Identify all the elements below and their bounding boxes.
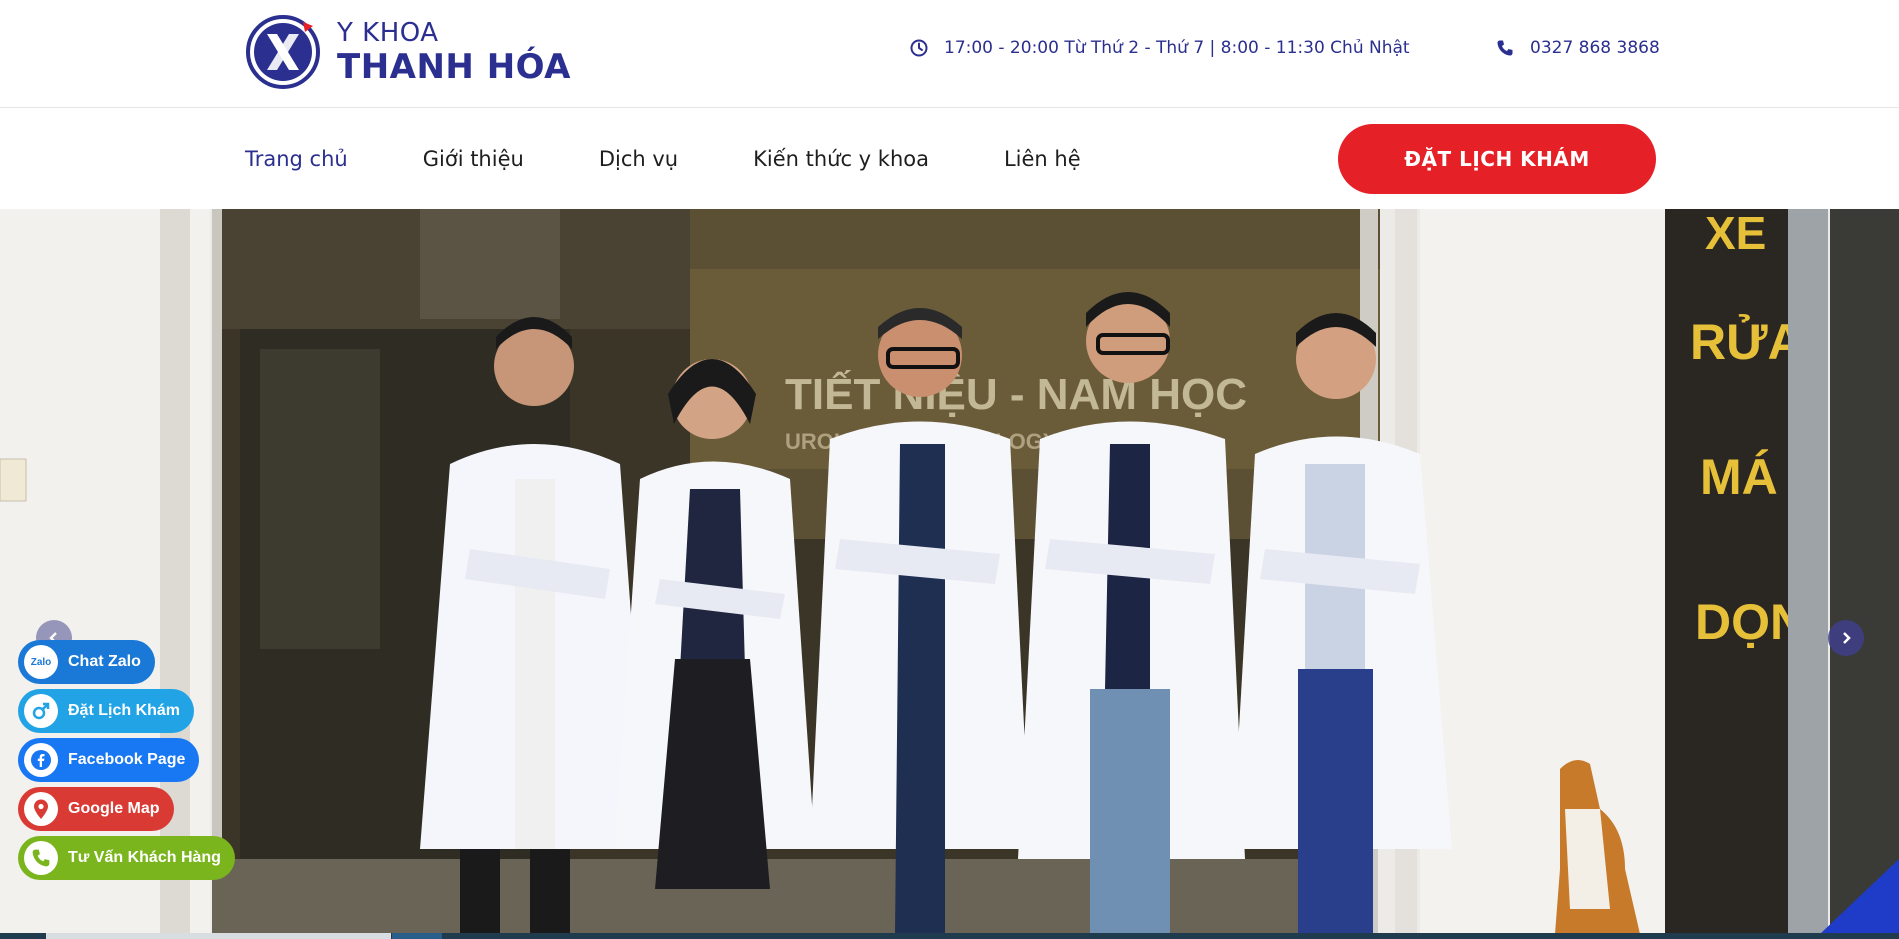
brand-line-1: Y KHOA <box>337 18 439 48</box>
phone-contact[interactable]: 0327 868 3868 <box>1496 38 1660 58</box>
google-map-button[interactable]: Google Map <box>18 787 174 831</box>
male-icon <box>24 694 58 728</box>
x-logo-icon <box>246 15 320 89</box>
hero-photo: XE RỬA MÁ DỌN TIẾT NIỆU - NAM HỌC UROLOG… <box>0 209 1899 934</box>
svg-text:XE: XE <box>1705 209 1766 259</box>
svg-text:TIẾT NIỆU - NAM HỌC: TIẾT NIỆU - NAM HỌC <box>785 369 1247 419</box>
nav-item-home[interactable]: Trang chủ <box>245 147 348 171</box>
google-map-label: Google Map <box>68 800 160 817</box>
hero-slider: XE RỬA MÁ DỌN TIẾT NIỆU - NAM HỌC UROLOG… <box>0 209 1899 934</box>
opening-hours: 17:00 - 20:00 Từ Thứ 2 - Thứ 7 | 8:00 - … <box>910 38 1410 58</box>
book-appointment-button[interactable]: ĐẶT LỊCH KHÁM <box>1338 124 1656 194</box>
chevron-right-icon <box>1843 632 1851 644</box>
top-bar: Y KHOA THANH HÓA 17:00 - 20:00 Từ Thứ 2 … <box>0 0 1899 108</box>
slider-progress-bar <box>0 933 1899 939</box>
facebook-page-button[interactable]: Facebook Page <box>18 738 200 782</box>
svg-text:MÁ: MÁ <box>1700 449 1778 505</box>
site-logo[interactable]: Y KHOA THANH HÓA <box>245 14 571 90</box>
phone-call-icon <box>24 841 58 875</box>
customer-advice-button[interactable]: Tư Vấn Khách Hàng <box>18 836 235 880</box>
slider-next-button[interactable] <box>1828 620 1864 656</box>
chat-zalo-button[interactable]: Zalo Chat Zalo <box>18 640 155 684</box>
facebook-page-label: Facebook Page <box>68 751 186 768</box>
phone-number: 0327 868 3868 <box>1530 38 1660 58</box>
chat-zalo-label: Chat Zalo <box>68 653 141 670</box>
floating-contact-bar: Zalo Chat Zalo Đặt Lịch Khám Facebook Pa… <box>18 640 235 885</box>
clock-icon <box>910 39 928 57</box>
facebook-icon <box>24 743 58 777</box>
svg-text:RỬA: RỬA <box>1690 313 1804 370</box>
main-nav: Trang chủ Giới thiệu Dịch vụ Kiến thức y… <box>245 109 1156 209</box>
nav-item-medical-knowledge[interactable]: Kiến thức y khoa <box>753 147 929 171</box>
book-appointment-label: Đặt Lịch Khám <box>68 702 181 719</box>
slider-progress-track <box>46 933 391 939</box>
main-navbar: Trang chủ Giới thiệu Dịch vụ Kiến thức y… <box>0 109 1899 209</box>
map-pin-icon <box>24 792 58 826</box>
phone-icon <box>1497 40 1513 56</box>
zalo-icon: Zalo <box>24 645 58 679</box>
brand-line-2: THANH HÓA <box>337 47 571 87</box>
nav-item-services[interactable]: Dịch vụ <box>599 147 678 171</box>
nav-item-contact[interactable]: Liên hệ <box>1004 147 1081 171</box>
hours-text: 17:00 - 20:00 Từ Thứ 2 - Thứ 7 | 8:00 - … <box>944 38 1410 58</box>
zalo-badge: Zalo <box>30 656 52 668</box>
customer-advice-label: Tư Vấn Khách Hàng <box>68 849 221 866</box>
nav-item-about[interactable]: Giới thiệu <box>423 147 524 171</box>
slider-progress-indicator <box>392 933 442 939</box>
book-appointment-float-button[interactable]: Đặt Lịch Khám <box>18 689 195 733</box>
